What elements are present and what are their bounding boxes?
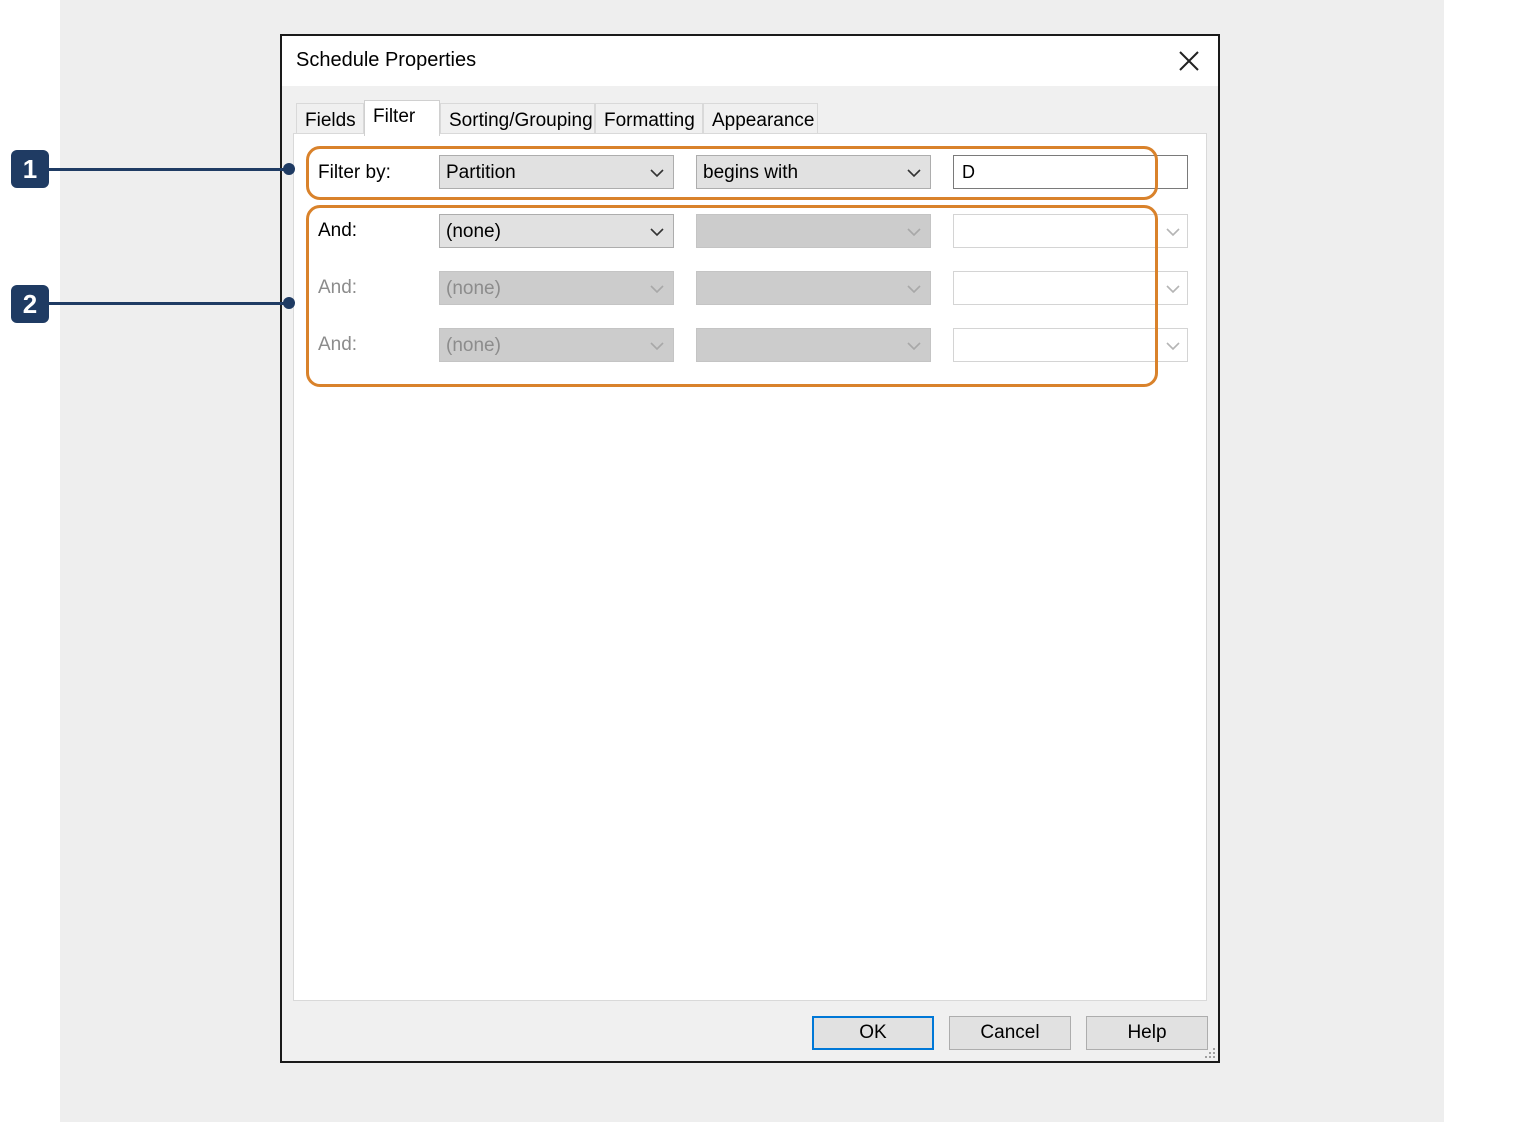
callout-leader-line-2 [49,302,289,305]
tab-sorting-grouping[interactable]: Sorting/Grouping [440,103,595,135]
callout-badge-2: 2 [11,285,49,323]
tab-fields[interactable]: Fields [296,103,364,135]
close-icon[interactable] [1174,46,1204,76]
callout-dot-1 [283,163,295,175]
callout-dot-2 [283,297,295,309]
highlight-box-filter-by [306,146,1158,200]
dialog-title: Schedule Properties [296,49,477,71]
chevron-down-icon [1166,228,1180,237]
chevron-down-icon [1166,342,1180,351]
cancel-button[interactable]: Cancel [949,1016,1071,1050]
tab-formatting[interactable]: Formatting [595,103,703,135]
tab-appearance[interactable]: Appearance [703,103,818,135]
callout-leader-line-1 [49,168,289,171]
dialog-titlebar: Schedule Properties [282,36,1218,86]
help-button[interactable]: Help [1086,1016,1208,1050]
tab-filter[interactable]: Filter [364,100,440,136]
callout-badge-1: 1 [11,150,49,188]
chevron-down-icon [1166,285,1180,294]
resize-grip-icon[interactable] [1204,1047,1216,1059]
highlight-box-and-rows [306,205,1158,387]
ok-button[interactable]: OK [812,1016,934,1050]
